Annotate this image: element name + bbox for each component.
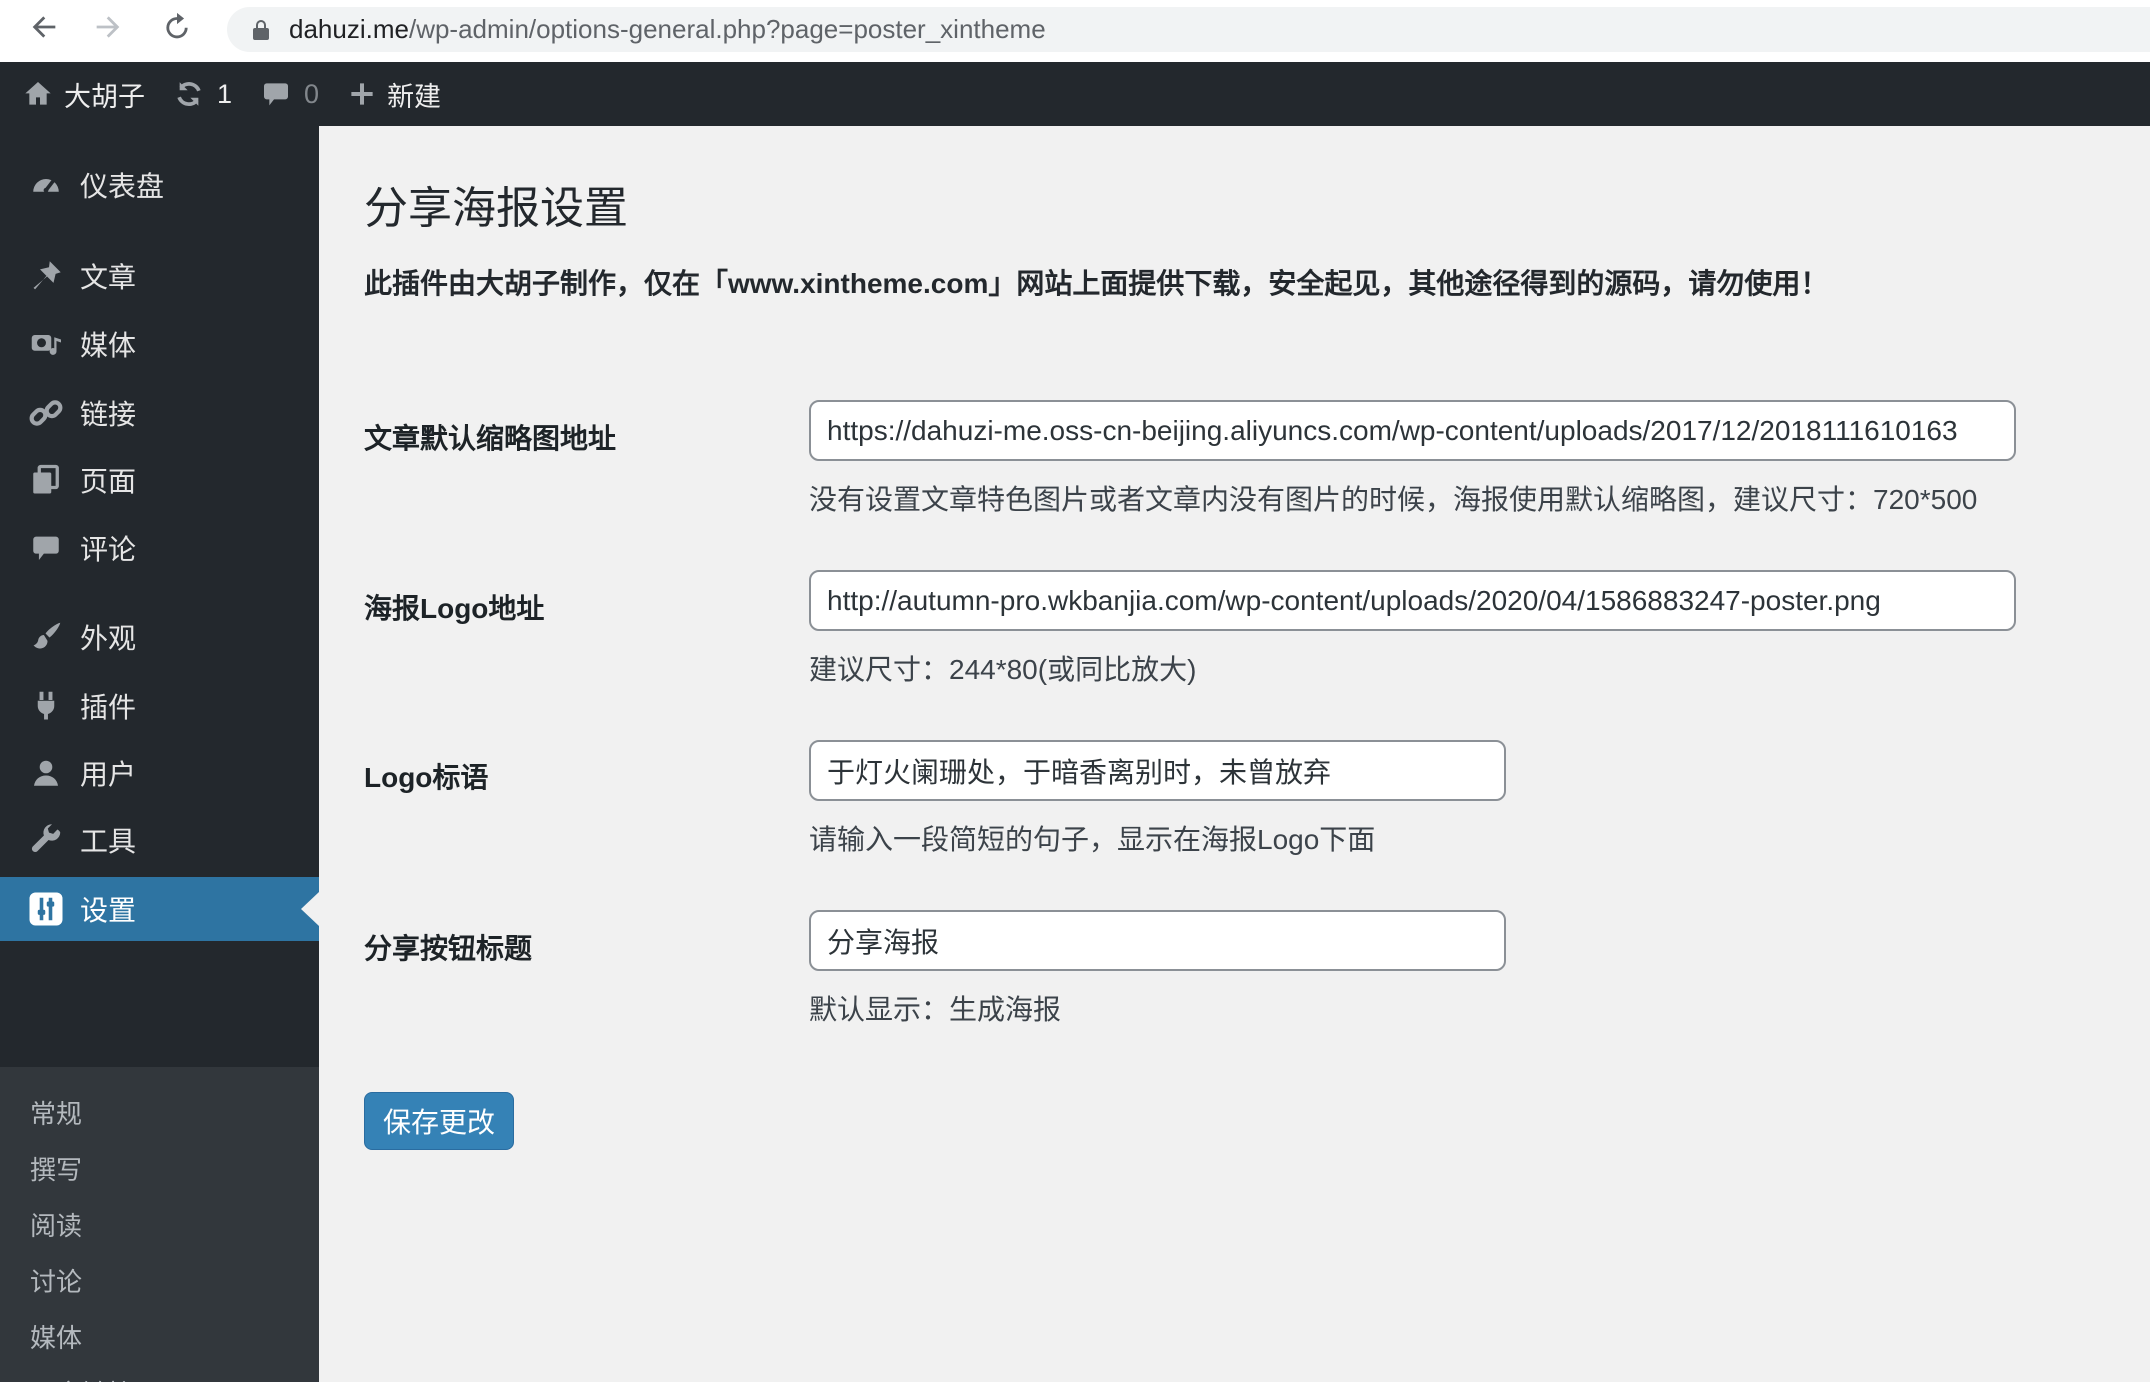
sidebar-label-tools: 工具 xyxy=(80,826,137,857)
sidebar-item-posts[interactable]: 文章 xyxy=(0,242,319,310)
home-icon xyxy=(25,82,51,105)
brush-icon xyxy=(28,619,64,655)
logo-slogan-input[interactable] xyxy=(809,740,1506,801)
wordpress-admin-screen: dahuzi.me/wp-admin/options-general.php?p… xyxy=(0,0,2150,1382)
page-title: 分享海报设置 xyxy=(364,184,628,233)
reload-icon xyxy=(166,12,188,39)
sidebar-item-links[interactable]: 链接 xyxy=(0,379,319,447)
settings-page-content: 分享海报设置 此插件由大胡子制作，仅在「www.xintheme.com」网站上… xyxy=(319,126,2150,1382)
media-icon xyxy=(28,326,64,362)
comment-count: 0 xyxy=(304,78,320,109)
url-path: /wp-admin/options-general.php?page=poste… xyxy=(408,14,1046,44)
update-icon xyxy=(177,82,201,106)
settings-sliders-icon xyxy=(28,891,64,927)
sidebar-item-pages[interactable]: 页面 xyxy=(0,446,319,514)
admin-bar-comments[interactable]: 0 xyxy=(246,62,333,126)
sidebar-item-settings[interactable]: 设置 xyxy=(0,877,319,941)
update-count: 1 xyxy=(217,78,233,109)
field-label-share-button-title: 分享按钮标题 xyxy=(364,933,533,964)
poster-logo-url-input[interactable] xyxy=(809,570,2016,631)
url-domain: dahuzi.me xyxy=(289,14,409,44)
address-bar[interactable]: dahuzi.me/wp-admin/options-general.php?p… xyxy=(227,7,2150,52)
admin-sidebar-menu: 仪表盘 文章 媒体 链接 页面 评论 外观 插件 用户 工具 设置 常规 撰写 … xyxy=(0,126,319,1382)
sidebar-label-plugins: 插件 xyxy=(80,692,137,723)
plugin-notice: 此插件由大胡子制作，仅在「www.xintheme.com」网站上面提供下载，安… xyxy=(364,268,1829,299)
sidebar-label-links: 链接 xyxy=(80,399,137,430)
field-helper-share-button-title: 默认显示：生成海报 xyxy=(809,994,1062,1025)
sidebar-label-posts: 文章 xyxy=(80,262,137,293)
sidebar-label-comments: 评论 xyxy=(80,534,137,565)
current-menu-notch xyxy=(301,892,319,926)
sidebar-item-appearance[interactable]: 外观 xyxy=(0,603,319,671)
pushpin-icon xyxy=(28,258,64,294)
field-label-logo-slogan: Logo标语 xyxy=(364,762,489,793)
save-changes-button[interactable]: 保存更改 xyxy=(364,1092,514,1150)
browser-toolbar: dahuzi.me/wp-admin/options-general.php?p… xyxy=(0,0,2150,62)
submenu-item-writing[interactable]: 撰写 xyxy=(0,1140,319,1196)
submenu-item-discussion[interactable]: 讨论 xyxy=(0,1252,319,1308)
sidebar-item-users[interactable]: 用户 xyxy=(0,739,319,807)
new-label: 新建 xyxy=(387,81,442,112)
sidebar-label-settings: 设置 xyxy=(80,895,137,926)
settings-submenu: 常规 撰写 阅读 讨论 媒体 固定链接 文章分享海报 xyxy=(0,1067,319,1382)
lock-icon xyxy=(249,18,273,42)
forward-arrow-icon xyxy=(96,16,120,38)
submenu-item-general[interactable]: 常规 xyxy=(0,1084,319,1140)
browser-reload-button[interactable] xyxy=(156,6,198,48)
submenu-item-reading[interactable]: 阅读 xyxy=(0,1196,319,1252)
site-name: 大胡子 xyxy=(64,81,145,112)
field-label-default-thumbnail: 文章默认缩略图地址 xyxy=(364,423,617,454)
admin-bar-updates[interactable]: 1 xyxy=(159,62,246,126)
admin-bar-new-content[interactable]: 新建 xyxy=(333,62,455,126)
field-label-poster-logo: 海报Logo地址 xyxy=(364,593,545,624)
sidebar-item-media[interactable]: 媒体 xyxy=(0,310,319,378)
submenu-item-media[interactable]: 媒体 xyxy=(0,1308,319,1364)
sidebar-item-tools[interactable]: 工具 xyxy=(0,806,319,874)
pages-icon xyxy=(28,462,64,498)
sidebar-label-users: 用户 xyxy=(80,759,137,790)
back-arrow-icon xyxy=(32,16,56,38)
sidebar-item-plugins[interactable]: 插件 xyxy=(0,672,319,740)
submenu-item-permalinks[interactable]: 固定链接 xyxy=(0,1364,319,1382)
comment-bubble-icon xyxy=(264,83,289,106)
sidebar-label-pages: 页面 xyxy=(80,466,137,497)
default-thumbnail-url-input[interactable] xyxy=(809,400,2016,461)
sidebar-label-appearance: 外观 xyxy=(80,623,137,654)
user-icon xyxy=(28,755,64,791)
field-helper-logo-slogan: 请输入一段简短的句子，显示在海报Logo下面 xyxy=(809,824,1376,855)
admin-bar-site-menu[interactable]: 大胡子 xyxy=(0,62,159,126)
plugin-icon xyxy=(28,688,64,724)
browser-forward-button[interactable] xyxy=(87,6,129,48)
wrench-icon xyxy=(28,822,64,858)
sidebar-item-comments[interactable]: 评论 xyxy=(0,514,319,582)
link-icon xyxy=(28,395,64,431)
sidebar-label-dashboard: 仪表盘 xyxy=(80,171,165,202)
dashboard-icon xyxy=(28,167,64,203)
wp-admin-bar: 大胡子 1 0 新建 xyxy=(0,62,2150,126)
field-helper-default-thumbnail: 没有设置文章特色图片或者文章内没有图片的时候，海报使用默认缩略图，建议尺寸：72… xyxy=(809,484,1978,515)
field-helper-poster-logo: 建议尺寸：244*80(或同比放大) xyxy=(809,654,1197,685)
share-button-title-input[interactable] xyxy=(809,910,1506,971)
comments-icon xyxy=(28,530,64,566)
plus-icon xyxy=(351,83,373,105)
browser-back-button[interactable] xyxy=(23,6,65,48)
sidebar-label-media: 媒体 xyxy=(80,330,137,361)
sidebar-item-dashboard[interactable]: 仪表盘 xyxy=(0,151,319,219)
